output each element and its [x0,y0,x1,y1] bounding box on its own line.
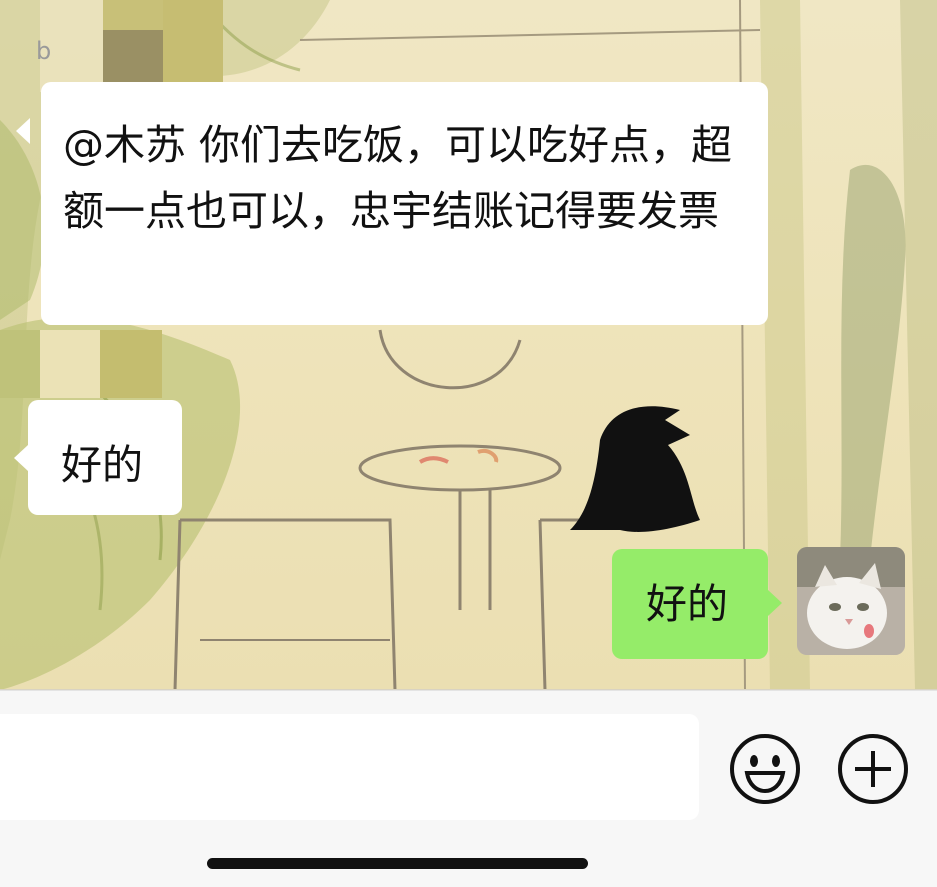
pixelated-avatar-top [163,0,223,92]
outgoing-message-bubble[interactable]: 好的 [612,549,768,659]
bubble-tail [768,590,782,616]
message-text: 好的 [646,580,728,628]
pixelated-avatar-mid [0,330,40,398]
message-input[interactable] [0,714,699,820]
incoming-message-bubble[interactable]: 好的 [28,400,182,515]
bubble-tail [14,445,28,471]
incoming-message-bubble[interactable]: @木苏 你们去吃饭，可以吃好点，超额一点也可以，忠宇结账记得要发票 [41,82,768,325]
cat-photo-avatar[interactable] [797,547,905,655]
sender-name-fragment: b [36,37,52,65]
message-text: 好的 [61,441,143,489]
pixelated-avatar-mid [100,330,162,398]
pixelated-avatar-top [103,0,163,30]
plus-circle-icon [838,734,908,804]
cat-photo-icon [797,547,905,655]
smiley-face-icon [730,734,800,804]
pixelated-avatar-mid [40,330,100,398]
home-indicator[interactable] [207,858,588,869]
more-functions-button[interactable] [837,733,909,805]
bubble-tail [16,118,30,144]
chat-area[interactable]: b @木苏 你们去吃饭，可以吃好点，超额一点也可以，忠宇结账记得要发票 好的 好… [0,0,937,690]
emoji-button[interactable] [729,733,801,805]
message-text: @木苏 你们去吃饭，可以吃好点，超额一点也可以，忠宇结账记得要发票 [63,121,733,235]
